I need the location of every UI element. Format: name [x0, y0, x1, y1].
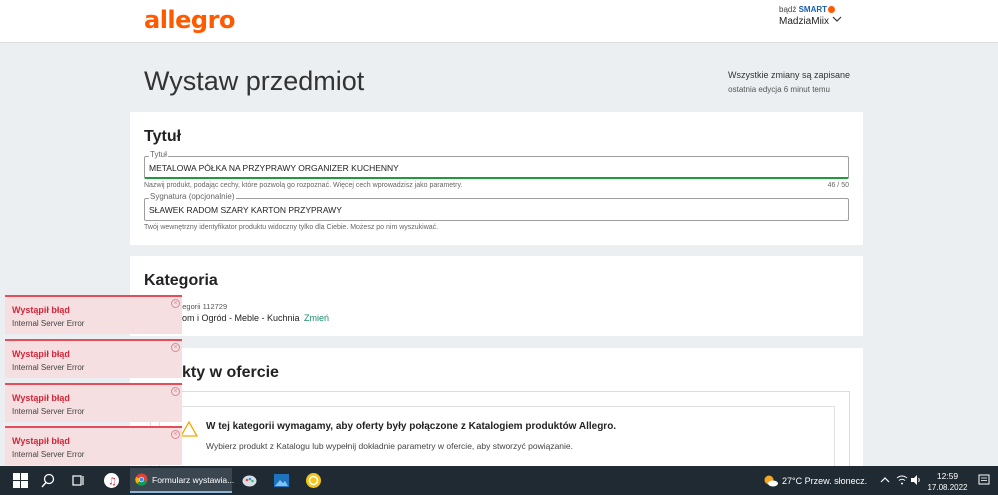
- volume-icon[interactable]: [910, 474, 922, 486]
- allegro-logo[interactable]: allegro: [144, 6, 235, 34]
- toast-message: Internal Server Error: [12, 319, 85, 328]
- chevron-down-icon[interactable]: [832, 14, 842, 24]
- taskbar-chrome-app[interactable]: Formularz wystawia...: [130, 468, 235, 493]
- clock-date[interactable]: 17.08.2022: [925, 483, 970, 492]
- top-header: allegro bądź SMART MadziaMiix: [0, 0, 998, 43]
- close-icon[interactable]: ×: [171, 299, 180, 308]
- toast-message: Internal Server Error: [12, 407, 85, 416]
- change-category-link[interactable]: Zmień: [304, 313, 329, 323]
- signature-field-label: Sygnatura (opcjonalnie): [149, 192, 236, 201]
- catalog-info-box: W tej kategorii wymagamy, aby oferty był…: [150, 391, 850, 471]
- paint-icon[interactable]: [241, 472, 258, 489]
- smart-promo[interactable]: bądź SMART: [779, 5, 836, 14]
- title-card: Tytuł Tytuł METALOWA PÓŁKA NA PRZYPRAWY …: [130, 112, 863, 245]
- windows-start-icon[interactable]: [12, 472, 29, 489]
- toast-message: Internal Server Error: [12, 450, 85, 459]
- toast-title: Wystąpił błąd: [12, 393, 70, 403]
- close-icon[interactable]: ×: [171, 430, 180, 439]
- save-status: Wszystkie zmiany są zapisane: [727, 70, 850, 80]
- category-number: ategorii 112729: [176, 302, 228, 311]
- catalog-info-text: Wybierz produkt z Katalogu lub wypełnij …: [206, 441, 574, 451]
- title-hint: Nazwij produkt, podając cechy, które poz…: [144, 182, 463, 189]
- title-field[interactable]: Tytuł METALOWA PÓŁKA NA PRZYPRAWY ORGANI…: [144, 150, 849, 179]
- svg-text:♫: ♫: [108, 477, 117, 488]
- title-heading: Tytuł: [144, 128, 182, 145]
- title-field-value[interactable]: METALOWA PÓŁKA NA PRZYPRAWY ORGANIZER KU…: [149, 163, 399, 173]
- error-toast: Wystąpił błąd Internal Server Error ×: [5, 295, 182, 334]
- close-icon[interactable]: ×: [171, 387, 180, 396]
- username[interactable]: MadziaMiix: [779, 16, 829, 27]
- toast-title: Wystąpił błąd: [12, 436, 70, 446]
- category-heading: Kategoria: [144, 272, 218, 289]
- wifi-icon[interactable]: [896, 474, 908, 486]
- catalog-info-panel: W tej kategorii wymagamy, aby oferty był…: [159, 406, 835, 466]
- task-view-icon[interactable]: [70, 472, 87, 489]
- photos-icon[interactable]: [273, 472, 290, 489]
- toast-title: Wystąpił błąd: [12, 349, 70, 359]
- signature-hint: Twój wewnętrzny identyfikator produktu w…: [144, 224, 439, 231]
- search-icon[interactable]: [40, 472, 57, 489]
- weather-status[interactable]: 27°C Przew. słonecz.: [782, 476, 867, 486]
- category-path: om i Ogród - Meble - Kuchnia: [182, 313, 300, 323]
- clock-time[interactable]: 12:59: [925, 471, 970, 481]
- windows-taskbar: ♫ Formularz wystawia... 27°C Przew. słon…: [0, 466, 998, 495]
- taskbar-app-label: Formularz wystawia...: [152, 475, 235, 485]
- error-toast: Wystąpił błąd Internal Server Error ×: [5, 426, 182, 465]
- toast-message: Internal Server Error: [12, 363, 85, 372]
- title-field-label: Tytuł: [149, 150, 168, 159]
- smart-prefix: bądź: [779, 5, 797, 14]
- warning-icon: [180, 421, 198, 437]
- products-card: kty w ofercie W tej kategorii wymagamy, …: [130, 348, 863, 471]
- error-toast: Wystąpił błąd Internal Server Error ×: [5, 383, 182, 422]
- chrome-icon: [135, 473, 148, 486]
- chevron-up-icon[interactable]: [880, 475, 890, 485]
- products-heading: kty w ofercie: [182, 364, 279, 381]
- title-char-counter: 46 / 50: [827, 182, 849, 189]
- smart-icon: [828, 6, 836, 13]
- page-title: Wystaw przedmiot: [144, 66, 365, 96]
- smart-label: SMART: [798, 5, 828, 14]
- catalog-info-title: W tej kategorii wymagamy, aby oferty był…: [206, 421, 617, 432]
- norton-icon[interactable]: [305, 472, 322, 489]
- signature-field[interactable]: Sygnatura (opcjonalnie) SŁAWEK RADOM SZA…: [144, 192, 849, 221]
- signature-field-value[interactable]: SŁAWEK RADOM SZARY KARTON PRZYPRAWY: [149, 205, 342, 215]
- itunes-icon[interactable]: ♫: [103, 472, 120, 489]
- category-card: Kategoria ategorii 112729 om i Ogród - M…: [130, 256, 863, 336]
- weather-sun-icon[interactable]: [762, 472, 779, 489]
- save-timestamp: ostatnia edycja 6 minut temu: [728, 85, 830, 94]
- notifications-icon[interactable]: [978, 474, 990, 486]
- close-icon[interactable]: ×: [171, 343, 180, 352]
- error-toast: Wystąpił błąd Internal Server Error ×: [5, 339, 182, 378]
- toast-title: Wystąpił błąd: [12, 305, 70, 315]
